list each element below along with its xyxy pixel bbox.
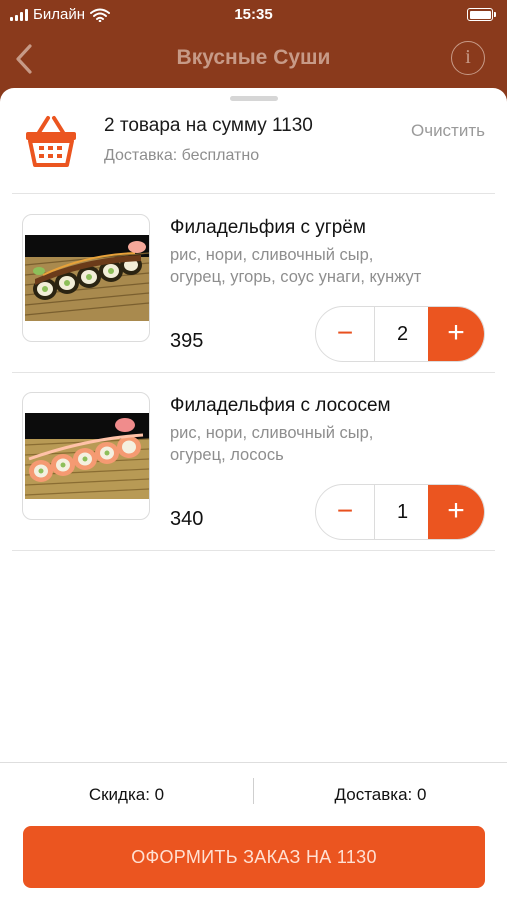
product-image[interactable] bbox=[22, 392, 150, 520]
cart-sheet: 2 товара на сумму 1130 Доставка: бесплат… bbox=[0, 88, 507, 900]
decrease-button[interactable]: − bbox=[316, 307, 374, 361]
divider bbox=[12, 550, 495, 551]
basket-icon bbox=[26, 116, 76, 167]
info-icon: i bbox=[465, 46, 471, 68]
item-name: Филадельфия с угрём bbox=[170, 217, 366, 238]
item-description-line: рис, нори, сливочный сыр, bbox=[170, 246, 374, 264]
item-name: Филадельфия с лососем bbox=[170, 395, 391, 416]
cart-item: Филадельфия с угрём рис, нори, сливочный… bbox=[0, 194, 507, 372]
battery-icon bbox=[467, 8, 496, 21]
quantity-stepper: − 1 + bbox=[315, 484, 485, 540]
increase-button[interactable]: + bbox=[428, 307, 484, 361]
item-price: 395 bbox=[170, 330, 204, 352]
increase-button[interactable]: + bbox=[428, 485, 484, 539]
quantity-value: 1 bbox=[374, 485, 430, 539]
cart-summary: 2 товара на сумму 1130 bbox=[104, 115, 313, 136]
item-description-line: рис, нори, сливочный сыр, bbox=[170, 424, 374, 442]
product-image[interactable] bbox=[22, 214, 150, 342]
discount-total: Скидка: 0 bbox=[88, 785, 165, 804]
clear-cart-button[interactable]: Очистить bbox=[411, 121, 485, 141]
checkout-button[interactable]: ОФОРМИТЬ ЗАКАЗ НА 1130 bbox=[23, 826, 485, 888]
quantity-stepper: − 2 + bbox=[315, 306, 485, 362]
item-description: рис, нори, сливочный сыр, огурец, угорь,… bbox=[170, 244, 490, 288]
decrease-button[interactable]: − bbox=[316, 485, 374, 539]
info-button[interactable]: i bbox=[451, 41, 485, 75]
item-description-line: огурец, лосось bbox=[170, 446, 284, 464]
delivery-info: Доставка: бесплатно bbox=[104, 147, 260, 164]
footer-divider bbox=[0, 762, 507, 763]
nav-bar: Вкусные Суши i bbox=[0, 30, 507, 90]
cart-item: Филадельфия с лососем рис, нори, сливочн… bbox=[0, 372, 507, 550]
page-title: Вкусные Суши bbox=[176, 46, 331, 69]
status-time: 15:35 bbox=[234, 6, 273, 23]
quantity-value: 2 bbox=[374, 307, 430, 361]
delivery-total: Доставка: 0 bbox=[334, 785, 427, 804]
item-price: 340 bbox=[170, 508, 204, 530]
item-description-line: огурец, угорь, соус унаги, кунжут bbox=[170, 268, 422, 286]
status-bar: Билайн 15:35 bbox=[0, 0, 507, 30]
item-description: рис, нори, сливочный сыр, огурец, лосось bbox=[170, 422, 490, 466]
sheet-grabber[interactable] bbox=[230, 96, 278, 101]
